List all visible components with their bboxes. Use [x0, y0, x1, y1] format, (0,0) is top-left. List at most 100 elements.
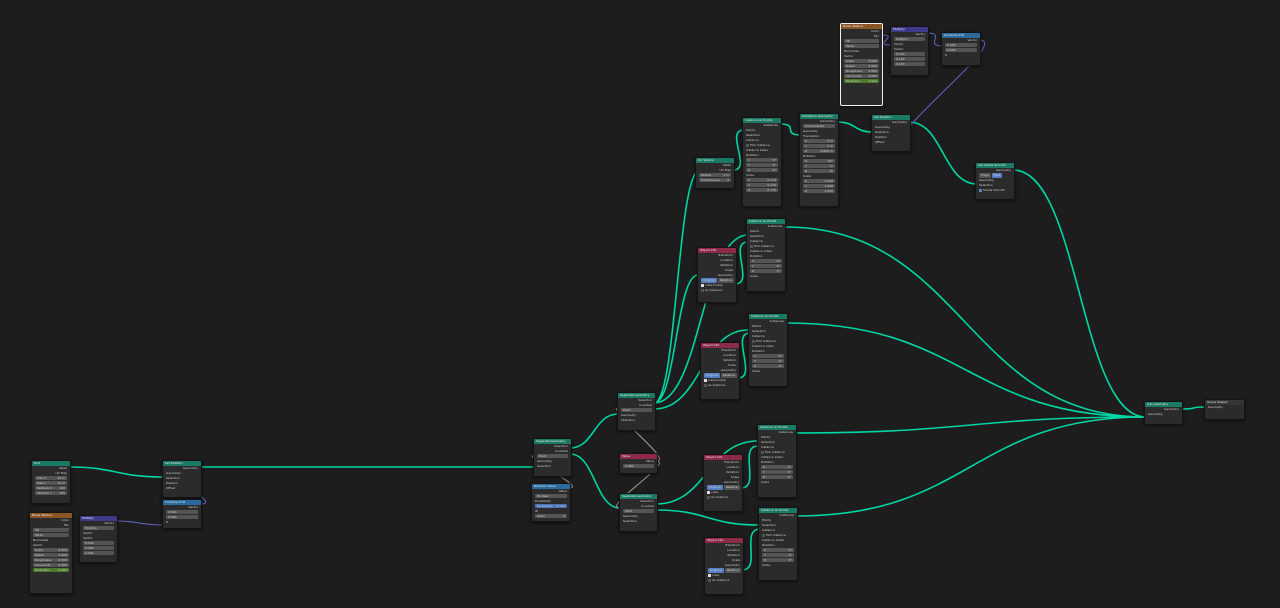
node-object-info-2[interactable]: Object Info Transform Location Rotation … [700, 342, 740, 400]
node-noise-texture-2[interactable]: Noise Texture Color Fac 3D Perlin Normal… [840, 23, 883, 106]
field-rz[interactable]: Z 0° [803, 169, 835, 173]
link-shade-join[interactable] [1012, 169, 1147, 418]
dropdown-domain[interactable]: Point [623, 509, 654, 513]
field-distortion[interactable]: Distortion 0.000 [844, 79, 879, 83]
field-rot-y[interactable]: Y 0° [746, 163, 778, 167]
node-object-info-3[interactable]: Object Info Transform Location Rotation … [703, 454, 743, 512]
field-scale[interactable]: Scale 5.000 [844, 59, 879, 63]
node-random-value[interactable]: Random Value Value Boolean Probability P… [531, 483, 571, 522]
link-separate-separate2[interactable] [569, 413, 619, 449]
link-iop4-join[interactable] [794, 416, 1147, 434]
link-iop1-transform[interactable] [779, 123, 802, 136]
node-object-info-4[interactable]: Object Info Transform Location Rotation … [704, 537, 744, 595]
node-instance-on-points-4[interactable]: Instance on Points Instances Points Sele… [757, 424, 797, 498]
checkbox-as-instance[interactable]: As Instance [701, 383, 739, 388]
link-sep2-uvsphere[interactable] [653, 169, 701, 404]
node-join-geometry[interactable]: Join Geometry Geometry Geometry [1144, 401, 1183, 425]
link-join-output[interactable] [1180, 406, 1207, 410]
checkbox-as-instance[interactable]: As Instance [704, 495, 742, 500]
field-size-x[interactable]: Size X 10 m [35, 476, 67, 480]
dropdown-operation[interactable]: Multiply [83, 526, 114, 530]
node-instance-on-points[interactable]: Instance on Points Instances Points Sele… [742, 117, 782, 207]
field-size-y[interactable]: Size Y 10 m [35, 481, 67, 485]
checkbox-as-instance[interactable]: As Instance [705, 578, 743, 583]
node-object-info[interactable]: Object Info Transform Location Rotation … [697, 247, 737, 303]
link-obj3-iop4[interactable] [740, 445, 759, 489]
field-scale-y[interactable]: Y 0.170 [746, 183, 778, 187]
field-roughness[interactable]: Roughness 0.500 [33, 558, 69, 562]
field-ry[interactable]: Y 0° [803, 164, 835, 168]
field-rot-y[interactable]: Y 0° [762, 553, 794, 557]
field-rot-x[interactable]: X 0° [746, 158, 778, 162]
field-rot-z[interactable]: Z 0° [761, 475, 793, 479]
node-combine-xyz-2[interactable]: Combine XYZ Vector 0.000 0.000 Z [941, 32, 981, 66]
dropdown-mode[interactable]: Components [803, 124, 835, 128]
node-set-position-2[interactable]: Set Position Geometry Geometry Selection… [871, 114, 911, 152]
field-rot-z[interactable]: Z 0° [746, 168, 778, 172]
field-verts-y[interactable]: Vertices Y 100 [35, 491, 67, 495]
field-tz[interactable]: Z 0.602 m [803, 149, 835, 153]
dropdown-operation[interactable]: Multiply [894, 37, 925, 41]
field-detail[interactable]: Detail 2.000 [844, 64, 879, 68]
field-rot-x[interactable]: X 0° [761, 465, 793, 469]
node-group-output[interactable]: Group Output Geometry [1204, 399, 1245, 420]
link-separate-separate3[interactable] [569, 453, 621, 509]
field-scale[interactable]: Scale 5.000 [33, 548, 69, 552]
field-rot-z[interactable]: Z 0° [750, 269, 782, 273]
field-tx[interactable]: X0 m [803, 139, 835, 143]
link-transform-setpos2[interactable] [836, 121, 874, 133]
node-transform-geometry[interactable]: Transform Geometry Geometry Components G… [799, 113, 839, 207]
dropdown-domain[interactable]: Point [537, 454, 568, 458]
node-multiply[interactable]: Multiply Vector Multiply Vector Vector 0… [79, 515, 118, 563]
field-y[interactable]: 0.100 [83, 546, 114, 550]
field-rot-x[interactable]: X 0° [762, 548, 794, 552]
field-y[interactable]: 0.100 [894, 57, 925, 61]
node-value[interactable]: Value Value 0.300 [619, 453, 658, 474]
node-noise-texture[interactable]: Noise Texture Color Fac 3D Perlin Normal… [29, 512, 73, 594]
field-z[interactable]: 0.100 [894, 62, 925, 66]
field-y[interactable]: 0.000 [166, 515, 198, 519]
dropdown-type[interactable]: Boolean [535, 494, 567, 498]
field-rot-x[interactable]: X 0° [750, 259, 782, 263]
field-y[interactable]: 0.000 [945, 48, 977, 52]
field-sz[interactable]: Z 1.000 [803, 189, 835, 193]
node-separate-geometry[interactable]: Separate Geometry Selection Inverted Poi… [533, 438, 572, 477]
dropdown-domain[interactable]: Point [621, 408, 652, 412]
field-x[interactable]: 0.100 [894, 52, 925, 56]
node-combine-xyz[interactable]: Combine XYZ Vector 0.000 0.000 Z [162, 499, 202, 529]
node-set-shade-smooth[interactable]: Set Shade Smooth Geometry Edge Face Geom… [975, 162, 1015, 200]
checkbox-as-instance[interactable]: As Instance [698, 288, 736, 293]
field-sy[interactable]: Y 1.000 [803, 184, 835, 188]
field-distortion[interactable]: Distortion 0.000 [33, 568, 69, 572]
node-instance-on-points-2[interactable]: Instance on Points Instances Points Sele… [746, 218, 786, 292]
field-subdivisions[interactable]: Subdivisions 2 [699, 178, 731, 182]
field-rot-x[interactable]: X 0° [752, 354, 784, 358]
dropdown-dimensions[interactable]: 3D [844, 39, 879, 43]
node-grid[interactable]: Grid Mesh UV Map Size X 10 m Size Y 10 m… [31, 460, 71, 504]
node-set-position[interactable]: Set Position Geometry Geometry Selection… [162, 460, 202, 498]
field-rot-y[interactable]: Y 0° [752, 359, 784, 363]
field-value[interactable]: 0.300 [623, 464, 654, 468]
field-rot-y[interactable]: Y 0° [761, 470, 793, 474]
link-multiply-combine[interactable] [115, 520, 164, 526]
field-z[interactable]: 0.100 [83, 551, 114, 555]
field-rx[interactable]: X 90° [803, 159, 835, 163]
node-uv-sphere[interactable]: UV Sphere Mesh UV Map Radius 1 m Subdivis… [695, 157, 735, 189]
field-ty[interactable]: Y0 m [803, 144, 835, 148]
field-x[interactable]: 0.100 [83, 541, 114, 545]
node-instance-on-points-5[interactable]: Instance on Points Instances Points Sele… [758, 507, 798, 581]
dropdown-type[interactable]: Perlin [844, 44, 879, 48]
node-separate-geometry-2[interactable]: Separate Geometry Selection Inverted Poi… [617, 392, 656, 431]
field-scale-z[interactable]: Z 0.170 [746, 188, 778, 192]
field-seed[interactable]: Seed 0 [535, 514, 567, 518]
checkbox-shade-smooth[interactable]: Shade Smooth [976, 188, 1014, 193]
field-roughness[interactable]: Roughness 0.500 [844, 69, 879, 73]
field-lacunarity[interactable]: Lacunarity 2.000 [844, 74, 879, 78]
field-scale-x[interactable]: X 0.170 [746, 178, 778, 182]
link-setpos2-shade[interactable] [908, 121, 978, 185]
link-grid-setpos[interactable] [68, 466, 164, 478]
field-x[interactable]: 0.000 [945, 43, 977, 47]
link-iop2-join[interactable] [783, 226, 1147, 418]
link-sep3-iop5[interactable] [655, 509, 760, 526]
field-probability[interactable]: Probability 0.500 [535, 504, 567, 508]
